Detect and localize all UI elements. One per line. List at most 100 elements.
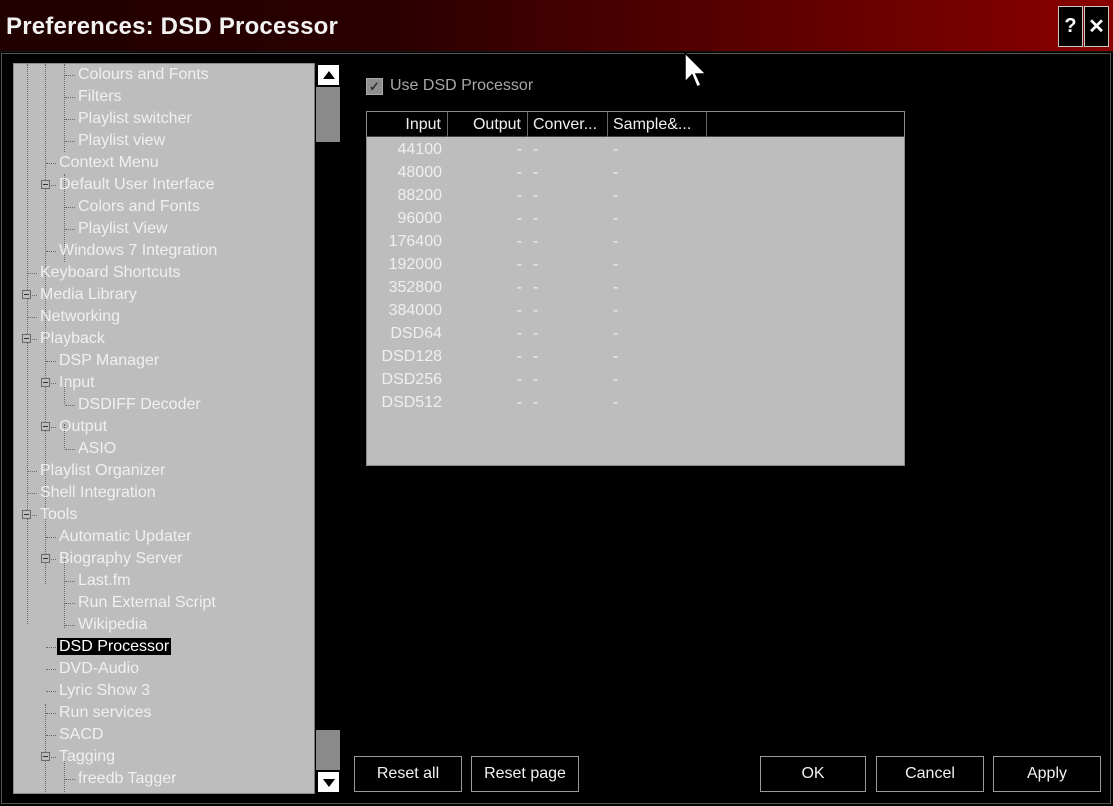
tree-item[interactable]: Networking: [38, 306, 122, 328]
tree-item-label: SACD: [59, 726, 104, 743]
table-row[interactable]: DSD256- - -: [367, 368, 904, 391]
tree-collapse-icon[interactable]: [22, 334, 31, 343]
tree-item[interactable]: Colours and Fonts: [76, 64, 211, 86]
tree-item[interactable]: Biography Server: [57, 548, 185, 570]
tree-collapse-icon[interactable]: [41, 422, 50, 431]
tree-item[interactable]: Shell Integration: [38, 482, 158, 504]
tree-item[interactable]: Default User Interface: [57, 174, 217, 196]
help-button[interactable]: ?: [1058, 6, 1083, 47]
tree-collapse-icon[interactable]: [41, 378, 50, 387]
tree-connector-line: [46, 251, 56, 252]
scroll-down-arrow-icon[interactable]: [317, 771, 340, 793]
tree-item-label: Colours and Fonts: [78, 66, 209, 83]
tree-item-label: Wikipedia: [78, 616, 148, 633]
tree-item[interactable]: Playlist view: [76, 130, 167, 152]
tree-item[interactable]: Tagging: [57, 746, 117, 768]
tree-connector-line: [65, 119, 75, 120]
tree-item[interactable]: Playlist View: [76, 218, 170, 240]
tree-item[interactable]: ASIO: [76, 438, 118, 460]
use-dsd-processor-checkbox[interactable]: ✓: [366, 77, 383, 95]
tree-item[interactable]: Colors and Fonts: [76, 196, 202, 218]
table-cell-conv: -: [533, 210, 539, 227]
scrollbar-thumb[interactable]: [316, 730, 340, 770]
close-button[interactable]: ✕: [1084, 6, 1109, 47]
tree-connector-line: [46, 647, 56, 648]
tree-item[interactable]: Wikipedia: [76, 614, 149, 636]
reset-all-button[interactable]: Reset all: [354, 756, 462, 792]
tree-item[interactable]: Playlist Organizer: [38, 460, 167, 482]
table-cell-input: DSD128: [381, 348, 442, 365]
table-cell-samp: -: [613, 348, 619, 365]
table-cell-samp: -: [613, 394, 619, 411]
tree-item-label: Tagging: [59, 748, 116, 765]
tree-item[interactable]: Output: [57, 416, 109, 438]
table-row[interactable]: DSD64- - -: [367, 322, 904, 345]
tree-item[interactable]: Run External Script: [76, 592, 218, 614]
table-cell-input: DSD256: [381, 371, 442, 388]
table-cell-input: 176400: [388, 233, 442, 250]
tree-scrollbar[interactable]: [314, 63, 341, 794]
tree-item[interactable]: DVD-Audio: [57, 658, 141, 680]
tree-item[interactable]: Keyboard Shortcuts: [38, 262, 183, 284]
table-row[interactable]: 176400- - -: [367, 230, 904, 253]
column-header-output[interactable]: Output: [448, 112, 528, 137]
tree-item[interactable]: DSP Manager: [57, 350, 161, 372]
tree-item[interactable]: Run services: [57, 702, 153, 724]
tree-connector-line: [46, 537, 56, 538]
tree-item[interactable]: Tools: [38, 504, 79, 526]
preferences-tree[interactable]: Colours and Fonts Filters Playlist switche…: [13, 63, 341, 794]
apply-button[interactable]: Apply: [993, 756, 1101, 792]
tree-collapse-icon[interactable]: [41, 752, 50, 761]
tree-item[interactable]: Playlist switcher: [76, 108, 194, 130]
table-cell-input: 48000: [397, 164, 443, 181]
table-row[interactable]: 96000- - -: [367, 207, 904, 230]
tree-item-label: Playlist switcher: [78, 110, 192, 127]
column-header-conversion[interactable]: Conver...: [528, 112, 608, 137]
table-cell-conv: -: [533, 325, 539, 342]
cancel-button[interactable]: Cancel: [876, 756, 984, 792]
table-row[interactable]: 48000- - -: [367, 161, 904, 184]
tree-item[interactable]: Context Menu: [57, 152, 161, 174]
tree-item[interactable]: DSDIFF Decoder: [76, 394, 203, 416]
tree-item[interactable]: Filters: [76, 86, 124, 108]
ok-button[interactable]: OK: [760, 756, 866, 792]
scroll-up-arrow-icon[interactable]: [317, 64, 340, 86]
tree-item[interactable]: Input: [57, 372, 97, 394]
table-cell-input: 192000: [388, 256, 442, 273]
table-cell-output: -: [516, 164, 522, 181]
table-row[interactable]: DSD512- - -: [367, 391, 904, 414]
tree-item[interactable]: SACD: [57, 724, 105, 746]
table-row[interactable]: 384000- - -: [367, 299, 904, 322]
tree-item[interactable]: freedb Tagger: [76, 768, 178, 790]
column-header-input[interactable]: Input: [367, 112, 448, 137]
tree-connector-line: [46, 669, 56, 670]
tree-collapse-icon[interactable]: [41, 554, 50, 563]
table-row[interactable]: 352800- - -: [367, 276, 904, 299]
column-header-sample[interactable]: Sample&...: [608, 112, 707, 137]
table-cell-output: -: [516, 394, 522, 411]
table-row[interactable]: DSD128- - -: [367, 345, 904, 368]
use-dsd-processor-row[interactable]: ✓ Use DSD Processor: [366, 76, 533, 96]
tree-item-label: Playlist View: [78, 220, 168, 237]
table-cell-conv: -: [533, 302, 539, 319]
reset-page-button[interactable]: Reset page: [471, 756, 579, 792]
tree-item[interactable]: Automatic Updater: [57, 526, 194, 548]
tree-item[interactable]: Windows 7 Integration: [57, 240, 219, 262]
table-cell-conv: -: [533, 279, 539, 296]
tree-item[interactable]: DSD Processor: [57, 636, 172, 658]
table-row[interactable]: 192000- - -: [367, 253, 904, 276]
table-row[interactable]: 88200- - -: [367, 184, 904, 207]
table-cell-input: 384000: [388, 302, 442, 319]
conversion-table[interactable]: Input Output Conver... Sample&... 44100 -…: [366, 111, 905, 466]
tree-collapse-icon[interactable]: [22, 510, 31, 519]
tree-collapse-icon[interactable]: [22, 290, 31, 299]
table-body: 44100- - -48000- - -88200- - -96000- - -176400- -…: [367, 138, 904, 414]
tree-item[interactable]: Lyric Show 3: [57, 680, 152, 702]
table-row[interactable]: 44100- - -: [367, 138, 904, 161]
tree-collapse-icon[interactable]: [41, 180, 50, 189]
tree-item[interactable]: Last.fm: [76, 570, 132, 592]
scrollbar-track-upper[interactable]: [316, 87, 340, 142]
tree-item[interactable]: Media Library: [38, 284, 139, 306]
tree-connector-line: [65, 207, 75, 208]
tree-item[interactable]: Playback: [38, 328, 107, 350]
